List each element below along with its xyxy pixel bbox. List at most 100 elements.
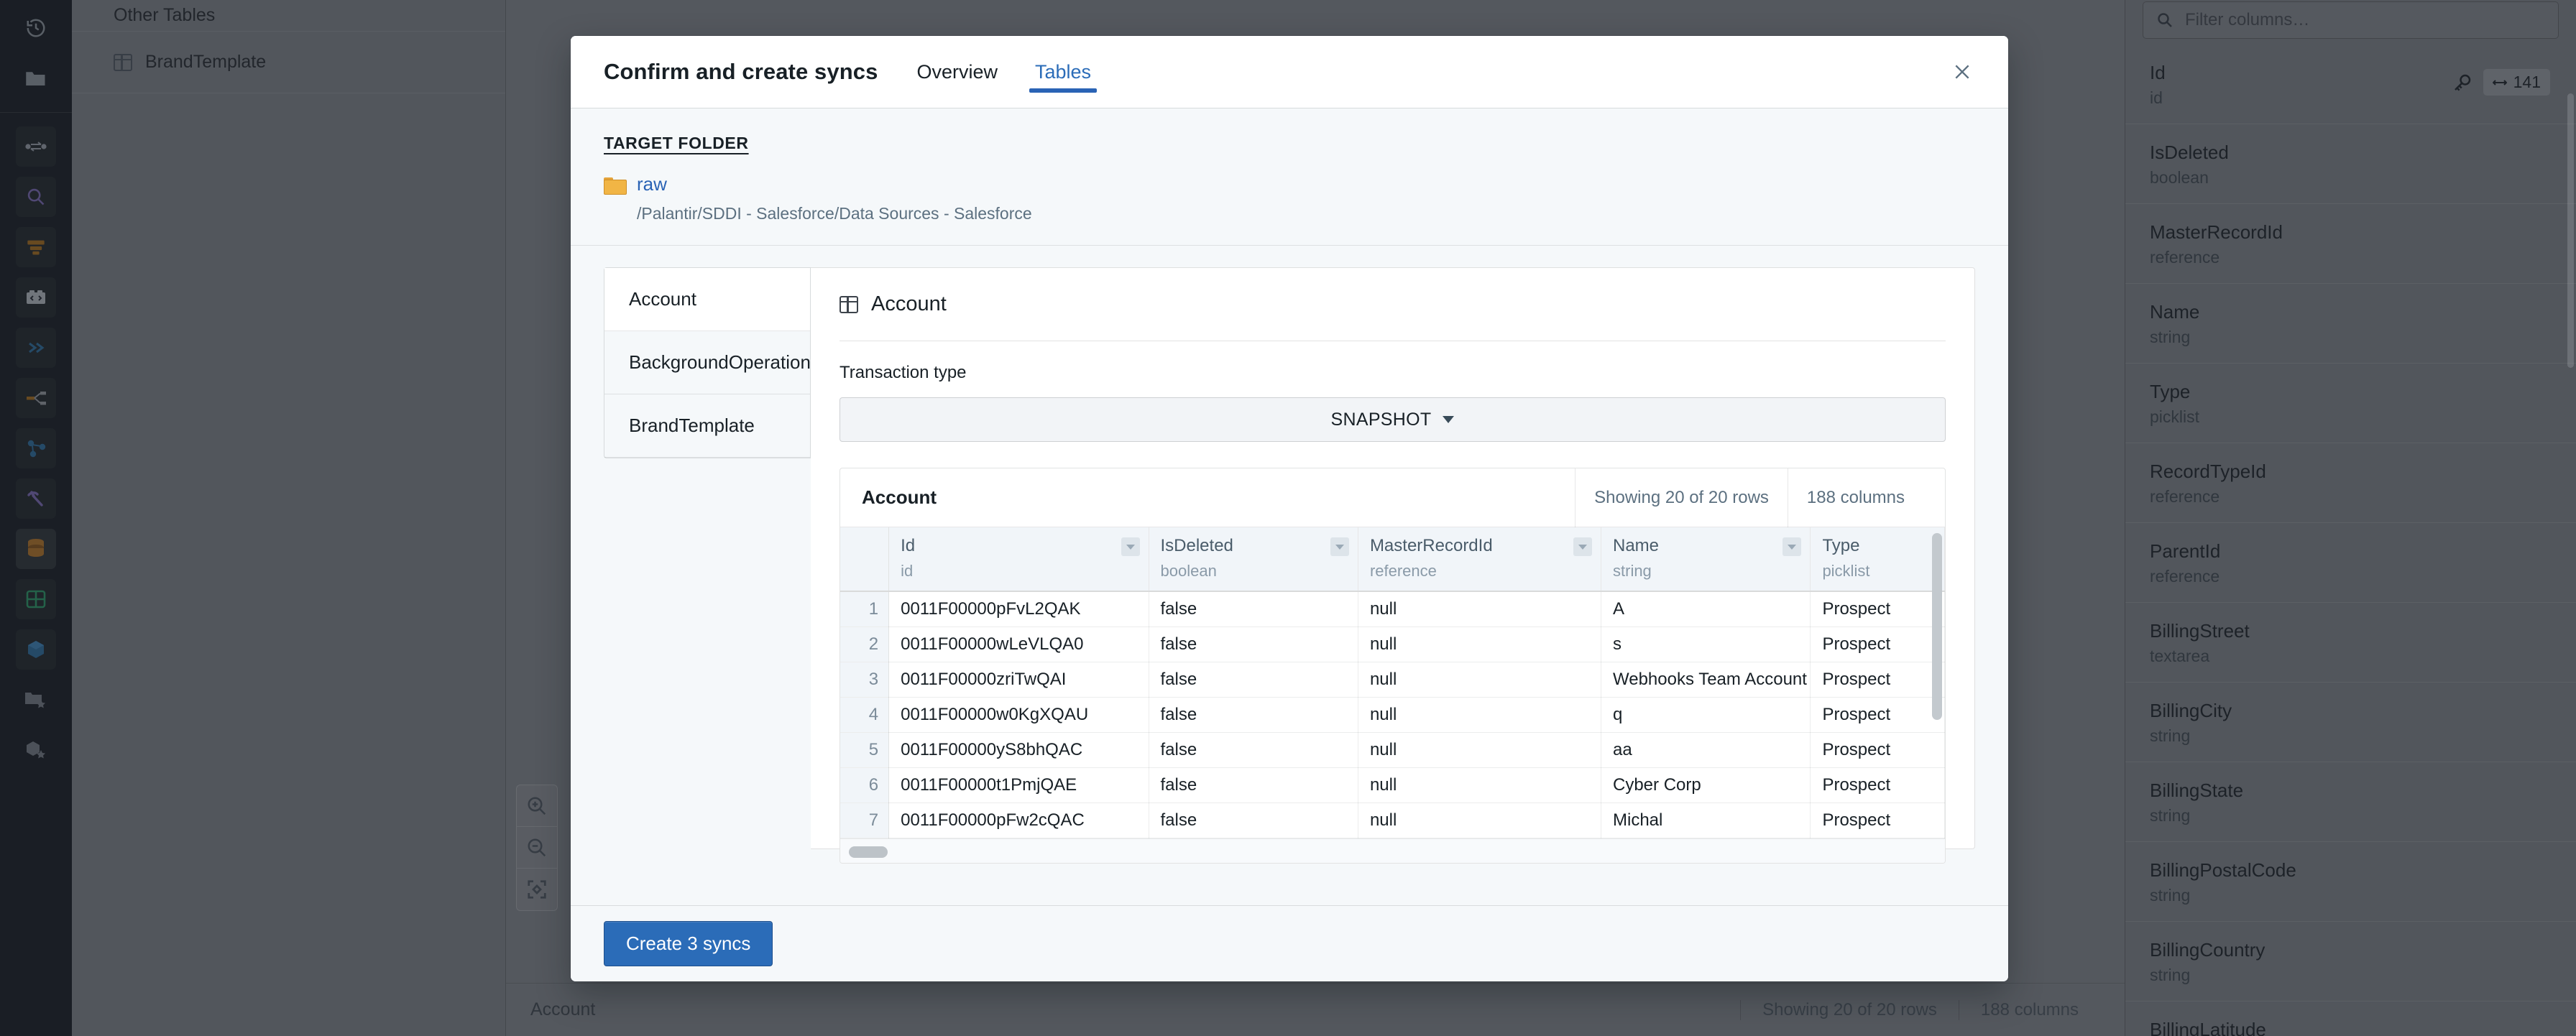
detail-title: Account bbox=[871, 292, 947, 315]
grid-header: Account Showing 20 of 20 rows 188 column… bbox=[840, 468, 1945, 527]
cell-isdeleted: false bbox=[1149, 767, 1358, 803]
table-list-item-brandtemplate[interactable]: BrandTemplate bbox=[604, 394, 810, 458]
cell-masterrecordid: null bbox=[1358, 626, 1602, 662]
grid-rows-count: Showing 20 of 20 rows bbox=[1575, 468, 1788, 527]
row-number: 4 bbox=[840, 697, 890, 733]
grid-horizontal-scrollbar[interactable] bbox=[840, 838, 1945, 863]
cell-isdeleted: false bbox=[1149, 803, 1358, 838]
table-row[interactable]: 4 0011F00000w0KgXQAU false null q Prospe… bbox=[840, 697, 1945, 733]
column-header-name: Id bbox=[901, 536, 916, 555]
cell-type: Prospect bbox=[1810, 591, 1945, 627]
cell-name: s bbox=[1601, 626, 1811, 662]
cell-masterrecordid: null bbox=[1358, 591, 1602, 627]
column-header-id[interactable]: Id id bbox=[888, 527, 1149, 592]
chevron-down-icon bbox=[1443, 416, 1455, 423]
table-list-item-account[interactable]: Account bbox=[604, 268, 810, 331]
cell-type: Prospect bbox=[1810, 626, 1945, 662]
cell-masterrecordid: null bbox=[1358, 697, 1602, 733]
dialog-title: Confirm and create syncs bbox=[604, 59, 878, 84]
table-row[interactable]: 7 0011F00000pFw2cQAC false null Michal P… bbox=[840, 803, 1945, 838]
cell-type: Prospect bbox=[1810, 767, 1945, 803]
transaction-type-label: Transaction type bbox=[840, 363, 967, 382]
dialog-header: Confirm and create syncs Overview Tables bbox=[571, 36, 2008, 108]
confirm-create-syncs-dialog: Confirm and create syncs Overview Tables… bbox=[571, 36, 2008, 981]
cell-isdeleted: false bbox=[1149, 626, 1358, 662]
cell-type: Prospect bbox=[1810, 732, 1945, 768]
cell-id: 0011F00000pFw2cQAC bbox=[888, 803, 1149, 838]
row-number-header bbox=[840, 527, 890, 592]
preview-table-body: 1 0011F00000pFvL2QAK false null A Prospe… bbox=[840, 591, 1945, 838]
grid-columns-count: 188 columns bbox=[1787, 468, 1923, 527]
table-list-item-backgroundoperation[interactable]: BackgroundOperation bbox=[604, 331, 811, 394]
dialog-footer: Create 3 syncs bbox=[571, 905, 2008, 981]
grid-table-name: Account bbox=[862, 486, 937, 508]
cell-type: Prospect bbox=[1810, 662, 1945, 698]
table-row[interactable]: 3 0011F00000zriTwQAI false null Webhooks… bbox=[840, 662, 1945, 698]
transaction-type-select[interactable]: SNAPSHOT bbox=[840, 397, 1946, 442]
column-header-name: IsDeleted bbox=[1160, 536, 1233, 555]
table-list-item-label: Account bbox=[629, 288, 696, 310]
target-folder-label: TARGET FOLDER bbox=[604, 134, 749, 152]
close-icon[interactable] bbox=[1946, 56, 1978, 88]
cell-name: Webhooks Team Account L bbox=[1601, 662, 1811, 698]
column-header-name: MasterRecordId bbox=[1369, 536, 1493, 555]
row-number: 5 bbox=[840, 732, 890, 768]
folder-icon bbox=[604, 176, 627, 195]
create-syncs-button[interactable]: Create 3 syncs bbox=[604, 921, 773, 966]
table-row[interactable]: 6 0011F00000t1PmjQAE false null Cyber Co… bbox=[840, 767, 1945, 803]
cell-name: Cyber Corp bbox=[1601, 767, 1811, 803]
dialog-body: Account BackgroundOperation BrandTemplat… bbox=[571, 245, 2008, 905]
cell-id: 0011F00000w0KgXQAU bbox=[888, 697, 1149, 733]
tab-overview-label: Overview bbox=[916, 60, 998, 83]
tab-overview[interactable]: Overview bbox=[911, 36, 1003, 108]
column-header-type: boolean bbox=[1160, 562, 1217, 580]
column-header-name: Type bbox=[1822, 536, 1860, 555]
column-menu-icon[interactable] bbox=[1330, 537, 1349, 556]
table-list-item-label: BackgroundOperation bbox=[629, 351, 811, 373]
target-folder-path: /Palantir/SDDI - Salesforce/Data Sources… bbox=[637, 204, 1032, 223]
table-list: Account BackgroundOperation BrandTemplat… bbox=[604, 267, 811, 458]
column-header-type[interactable]: Type picklist bbox=[1810, 527, 1945, 592]
target-folder-row[interactable]: raw bbox=[604, 173, 1975, 195]
row-number: 2 bbox=[840, 626, 890, 662]
grid-horizontal-scroll-thumb[interactable] bbox=[849, 846, 888, 858]
table-row[interactable]: 2 0011F00000wLeVLQA0 false null s Prospe… bbox=[840, 626, 1945, 662]
cell-id: 0011F00000yS8bhQAC bbox=[888, 732, 1149, 768]
column-header-type: reference bbox=[1369, 562, 1437, 580]
cell-type: Prospect bbox=[1810, 697, 1945, 733]
column-header-type: id bbox=[901, 562, 914, 580]
row-number: 1 bbox=[840, 591, 890, 627]
target-folder-name[interactable]: raw bbox=[637, 173, 667, 195]
grid-vertical-scrollbar[interactable] bbox=[1932, 533, 1942, 720]
row-number: 3 bbox=[840, 662, 890, 698]
grid-scroll-area: Id id IsDeleted boolean MasterRecordId r… bbox=[840, 527, 1945, 838]
cell-isdeleted: false bbox=[1149, 732, 1358, 768]
tab-tables-label: Tables bbox=[1034, 60, 1092, 83]
cell-type: Prospect bbox=[1810, 803, 1945, 838]
cell-masterrecordid: null bbox=[1358, 732, 1602, 768]
cell-id: 0011F00000t1PmjQAE bbox=[888, 767, 1149, 803]
column-menu-icon[interactable] bbox=[1573, 537, 1592, 556]
column-menu-icon[interactable] bbox=[1121, 537, 1140, 556]
column-menu-icon[interactable] bbox=[1782, 537, 1802, 556]
column-header-name[interactable]: Name string bbox=[1601, 527, 1811, 592]
data-preview-grid: Account Showing 20 of 20 rows 188 column… bbox=[840, 468, 1946, 864]
transaction-type-value: SNAPSHOT bbox=[1330, 409, 1432, 430]
table-icon bbox=[840, 295, 858, 313]
column-header-isdeleted[interactable]: IsDeleted boolean bbox=[1149, 527, 1358, 592]
detail-title-row: Account bbox=[840, 292, 1946, 316]
column-header-masterrecordid[interactable]: MasterRecordId reference bbox=[1358, 527, 1602, 592]
table-row[interactable]: 5 0011F00000yS8bhQAC false null aa Prosp… bbox=[840, 732, 1945, 768]
cell-id: 0011F00000pFvL2QAK bbox=[888, 591, 1149, 627]
target-folder-section: TARGET FOLDER raw /Palantir/SDDI - Sales… bbox=[571, 108, 2008, 245]
cell-masterrecordid: null bbox=[1358, 803, 1602, 838]
table-row[interactable]: 1 0011F00000pFvL2QAK false null A Prospe… bbox=[840, 591, 1945, 627]
cell-isdeleted: false bbox=[1149, 591, 1358, 627]
cell-name: Michal bbox=[1601, 803, 1811, 838]
column-header-name: Name bbox=[1613, 536, 1660, 555]
table-list-item-label: BrandTemplate bbox=[629, 415, 755, 436]
dialog-tabs: Overview Tables bbox=[911, 36, 1123, 108]
column-header-type: string bbox=[1613, 562, 1652, 580]
tab-tables[interactable]: Tables bbox=[1029, 36, 1098, 108]
preview-table: Id id IsDeleted boolean MasterRecordId r… bbox=[840, 527, 1945, 838]
